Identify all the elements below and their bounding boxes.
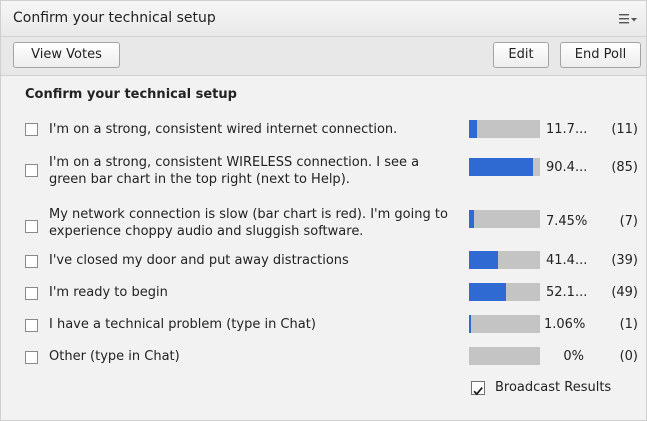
result-bar-fill [469,315,471,333]
option-checkbox[interactable] [25,220,38,233]
panel-title: Confirm your technical setup [13,10,216,26]
poll-question: Confirm your technical setup [25,87,237,102]
option-percent: 11.7... [546,122,588,137]
broadcast-results-checkbox[interactable] [471,381,485,396]
result-bar-fill [469,251,498,269]
poll-panel: Confirm your technical setup View Votes … [0,0,647,421]
poll-toolbar: View Votes Edit End Poll [1,37,646,76]
option-percent: 52.1... [546,285,588,300]
option-checkbox[interactable] [25,164,38,177]
option-percent: 0% [563,349,584,364]
result-bar-fill [469,283,506,301]
option-count: (39) [611,253,638,268]
option-percent: 7.45% [546,214,588,229]
option-count: (0) [619,349,638,364]
result-bar [469,315,540,333]
broadcast-results-label: Broadcast Results [495,380,612,395]
view-votes-button[interactable]: View Votes [13,42,120,68]
option-label: Other (type in Chat) [49,349,180,364]
menu-icon[interactable] [618,11,638,25]
result-bar [469,283,540,301]
option-checkbox[interactable] [25,351,38,364]
option-count: (49) [611,285,638,300]
poll-content: Confirm your technical setup I'm on a st… [1,76,646,420]
option-label: My network connection is slow (bar chart… [49,207,448,239]
option-checkbox[interactable] [25,319,38,332]
edit-button[interactable]: Edit [493,42,549,68]
result-bar-fill [469,210,474,228]
end-poll-button[interactable]: End Poll [560,42,641,68]
poll-option-row: I have a technical problem (type in Chat… [1,314,646,336]
poll-option-row: I'm on a strong, consistent wired intern… [1,119,646,141]
option-count: (85) [611,160,638,175]
result-bar [469,120,540,138]
poll-option-row: Other (type in Chat) 0% (0) [1,346,646,368]
option-checkbox[interactable] [25,255,38,268]
result-bar [469,210,540,228]
result-bar [469,347,540,365]
option-checkbox[interactable] [25,123,38,136]
option-percent: 1.06% [544,317,586,332]
option-count: (1) [619,317,638,332]
title-bar: Confirm your technical setup [1,1,646,37]
poll-option-row: I'm on a strong, consistent WIRELESS con… [1,152,646,190]
result-bar [469,251,540,269]
option-label: I'm on a strong, consistent WIRELESS con… [49,155,420,187]
option-percent: 90.4... [546,160,588,175]
result-bar-fill [469,158,533,176]
poll-option-row: I've closed my door and put away distrac… [1,250,646,272]
result-bar-fill [469,120,477,138]
checkmark-icon [473,387,483,396]
option-checkbox[interactable] [25,287,38,300]
option-label: I have a technical problem (type in Chat… [49,317,316,332]
option-percent: 41.4... [546,253,588,268]
option-count: (11) [611,122,638,137]
result-bar [469,158,540,176]
option-count: (7) [619,214,638,229]
poll-option-row: My network connection is slow (bar chart… [1,204,646,242]
option-label: I'm on a strong, consistent wired intern… [49,122,398,137]
option-label: I've closed my door and put away distrac… [49,253,349,268]
option-label: I'm ready to begin [49,285,168,300]
poll-option-row: I'm ready to begin 52.1... (49) [1,282,646,304]
